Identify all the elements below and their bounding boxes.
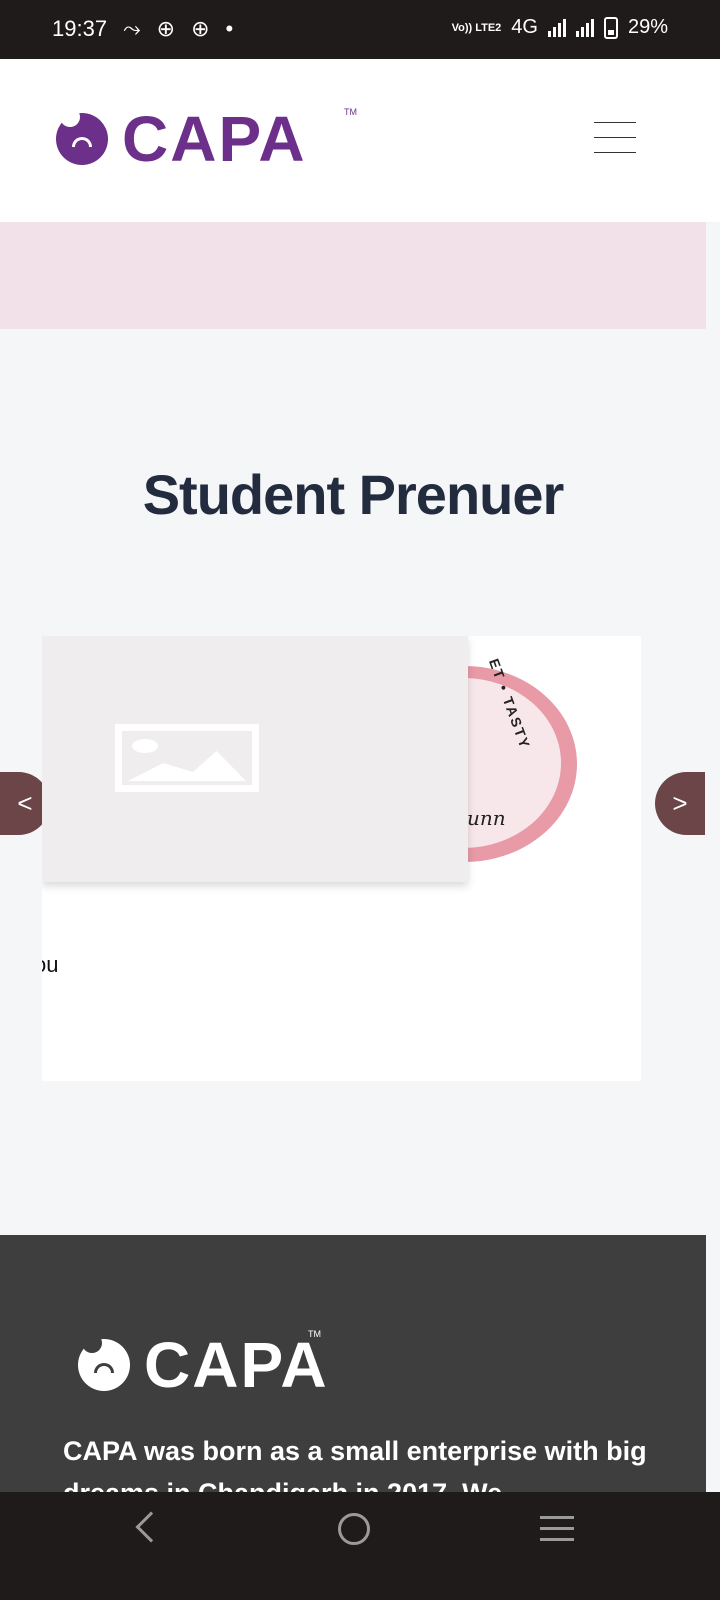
carousel-card[interactable]: ET • TASTY unn ou xyxy=(42,636,641,1081)
site-header: CAPA TM xyxy=(0,59,720,222)
capa-logo-mark-icon xyxy=(78,1333,130,1391)
battery-percentage: 29% xyxy=(627,16,668,38)
capa-logo[interactable]: CAPA TM xyxy=(56,103,357,175)
back-icon[interactable] xyxy=(135,1511,167,1543)
carousel-next-button[interactable]: > xyxy=(655,772,705,835)
home-icon[interactable] xyxy=(338,1513,370,1545)
banner-strip xyxy=(0,222,706,329)
recent-apps-icon[interactable] xyxy=(540,1516,574,1549)
signal-strength-icon xyxy=(547,18,566,37)
status-time: 19:37 xyxy=(52,16,108,41)
section-title: Student Prenuer xyxy=(142,463,565,526)
signal-strength-icon xyxy=(575,18,594,37)
trademark: TM xyxy=(308,1329,321,1339)
hamburger-menu-icon[interactable] xyxy=(594,122,636,154)
capa-logo-mark-icon xyxy=(56,107,108,165)
battery-icon xyxy=(603,16,618,39)
app-notification-icon: ⊕ xyxy=(191,16,210,41)
status-bar: 19:37 ⤳ ⊕ ⊕ • Vo)) LTE2 4G 29% xyxy=(0,0,720,59)
card-caption: ou xyxy=(42,952,59,977)
site-footer: CAPA TM CAPA was born as a small enterpr… xyxy=(0,1235,706,1495)
app-notification-icon: ⊕ xyxy=(156,16,176,41)
image-placeholder-icon xyxy=(115,724,259,792)
volte-indicator: Vo)) LTE2 xyxy=(451,21,502,34)
system-navigation-bar xyxy=(0,1492,720,1600)
trademark: TM xyxy=(344,107,357,117)
footer-logo[interactable]: CAPA TM xyxy=(78,1329,329,1401)
image-placeholder xyxy=(42,636,468,882)
footer-about-text: CAPA was born as a small enterprise with… xyxy=(63,1436,647,1495)
network-type: 4G xyxy=(511,16,538,38)
footer-logo-text: CAPA xyxy=(144,1329,329,1401)
logo-text: CAPA xyxy=(122,103,307,175)
missed-call-icon: ⤳ xyxy=(123,16,141,41)
badge-signature: unn xyxy=(467,806,506,830)
more-notifications-dot-icon: • xyxy=(225,16,234,41)
